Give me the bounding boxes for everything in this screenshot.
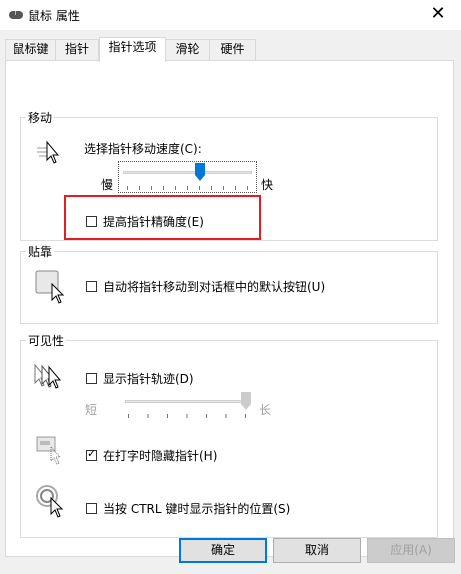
snap-to-icon xyxy=(35,270,65,304)
tab-buttons[interactable]: 鼠标键 xyxy=(5,39,56,60)
visibility-group: 可见性 显示指针轨迹(D) 短 长 ✓ 在打字时隐藏指针(H) 当按 CTRL … xyxy=(20,332,438,538)
tab-label: 滑轮 xyxy=(175,42,200,56)
trails-slider-ticks xyxy=(128,414,246,418)
snap-group-title: 贴靠 xyxy=(26,243,55,260)
tab-pointer-options[interactable]: 指针选项 xyxy=(99,37,166,62)
ctrl-location-label[interactable]: 当按 CTRL 键时显示指针的位置(S) xyxy=(103,500,290,517)
slow-label: 慢 xyxy=(101,178,114,192)
dialog-body: 鼠标键 指针 指针选项 滑轮 硬件 移动 选择指针移动速度(C): 慢 快 提高… xyxy=(0,30,461,574)
apply-button-label: 应用(A) xyxy=(390,543,432,557)
tab-hardware[interactable]: 硬件 xyxy=(209,39,256,60)
pointer-options-panel: 移动 选择指针移动速度(C): 慢 快 提高指针精确度(E) 贴靠 自动将指针移… xyxy=(5,60,454,557)
window-title: 鼠标 属性 xyxy=(28,9,80,23)
trails-slider-thumb[interactable] xyxy=(241,392,251,410)
short-label: 短 xyxy=(85,403,98,417)
snap-checkbox[interactable] xyxy=(86,281,97,292)
apply-button[interactable]: 应用(A) xyxy=(367,538,455,563)
motion-group-title: 移动 xyxy=(26,109,55,126)
close-icon: ✕ xyxy=(430,3,446,24)
speed-slider-ticks xyxy=(127,186,248,190)
ok-button-label: 确定 xyxy=(210,543,235,557)
trails-slider[interactable] xyxy=(125,392,253,422)
trails-slider-track xyxy=(125,400,249,403)
hide-while-typing-icon xyxy=(36,436,62,465)
show-location-icon xyxy=(36,485,64,518)
mouse-icon xyxy=(9,11,23,19)
highlight-box xyxy=(64,195,261,240)
tab-label: 指针 xyxy=(64,42,89,56)
trails-label[interactable]: 显示指针轨迹(D) xyxy=(103,370,194,387)
long-label: 长 xyxy=(259,403,272,417)
title-bar: 鼠标 属性 ✕ xyxy=(0,0,461,30)
tab-wheel[interactable]: 滑轮 xyxy=(165,39,210,60)
pointer-trails-icon xyxy=(34,363,62,389)
ok-button[interactable]: 确定 xyxy=(179,538,267,563)
tab-label: 指针选项 xyxy=(108,40,157,54)
cancel-button-label: 取消 xyxy=(304,543,329,557)
hide-while-typing-label[interactable]: 在打字时隐藏指针(H) xyxy=(103,447,217,464)
tab-pointers[interactable]: 指针 xyxy=(55,39,99,60)
trails-checkbox[interactable] xyxy=(86,373,97,384)
snap-group: 贴靠 自动将指针移动到对话框中的默认按钮(U) xyxy=(20,243,438,324)
pointer-speed-icon xyxy=(37,140,60,164)
fast-label: 快 xyxy=(261,178,274,192)
speed-slider-thumb[interactable] xyxy=(194,163,205,181)
tab-label: 鼠标键 xyxy=(12,42,49,56)
speed-label: 选择指针移动速度(C): xyxy=(84,142,202,156)
speed-slider-track xyxy=(123,171,252,174)
close-button[interactable]: ✕ xyxy=(415,0,461,30)
ctrl-location-checkbox[interactable] xyxy=(86,503,97,514)
hide-while-typing-checkbox[interactable] xyxy=(86,447,97,461)
tab-label: 硬件 xyxy=(220,42,245,56)
cancel-button[interactable]: 取消 xyxy=(273,538,361,563)
snap-label[interactable]: 自动将指针移动到对话框中的默认按钮(U) xyxy=(103,278,325,295)
visibility-group-title: 可见性 xyxy=(26,332,67,349)
speed-slider[interactable] xyxy=(118,161,257,193)
